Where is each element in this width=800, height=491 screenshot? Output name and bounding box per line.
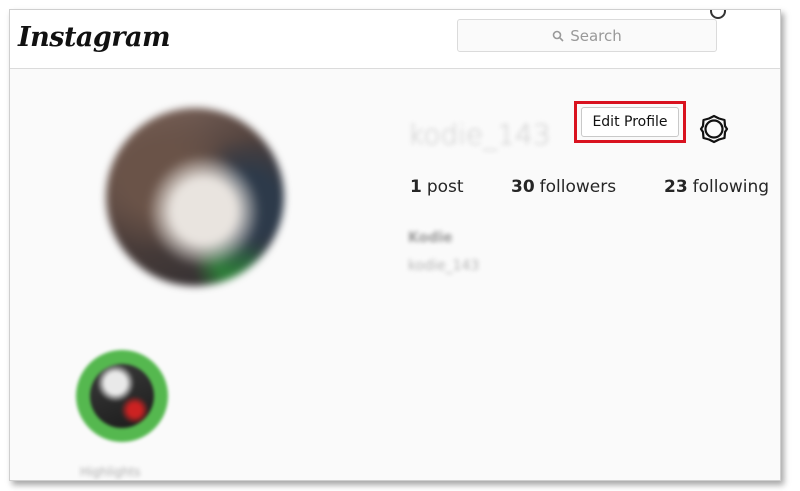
gear-icon[interactable] [698,113,730,145]
top-navigation-bar: Instagram Search [10,10,780,69]
stat-following[interactable]: 23 following [664,177,769,197]
edit-profile-button[interactable]: Edit Profile [581,107,679,137]
search-icon [552,30,564,42]
browser-frame: Instagram Search kodie_143 Edit Profile … [9,9,781,481]
followers-label: followers [539,177,617,197]
bio-handle: kodie_143 [408,258,480,274]
profile-menu-icon[interactable] [710,10,726,19]
following-label: following [692,177,770,197]
posts-count: 1 [410,177,422,197]
profile-username: kodie_143 [408,118,551,151]
following-count: 23 [664,177,688,197]
story-highlight[interactable] [76,350,168,442]
highlight-cover-image [90,364,154,428]
followers-count: 30 [511,177,535,197]
bio-name: Kodie [408,230,453,246]
edit-profile-annotation-box: Edit Profile [574,101,686,143]
stat-posts: 1 post [410,177,464,197]
highlight-label: Highlights [80,465,141,479]
search-placeholder: Search [570,26,622,45]
stat-followers[interactable]: 30 followers [511,177,616,197]
search-input[interactable]: Search [457,19,717,52]
profile-avatar[interactable] [106,108,284,286]
posts-label: post [426,177,464,197]
instagram-logo[interactable]: Instagram [18,22,171,53]
